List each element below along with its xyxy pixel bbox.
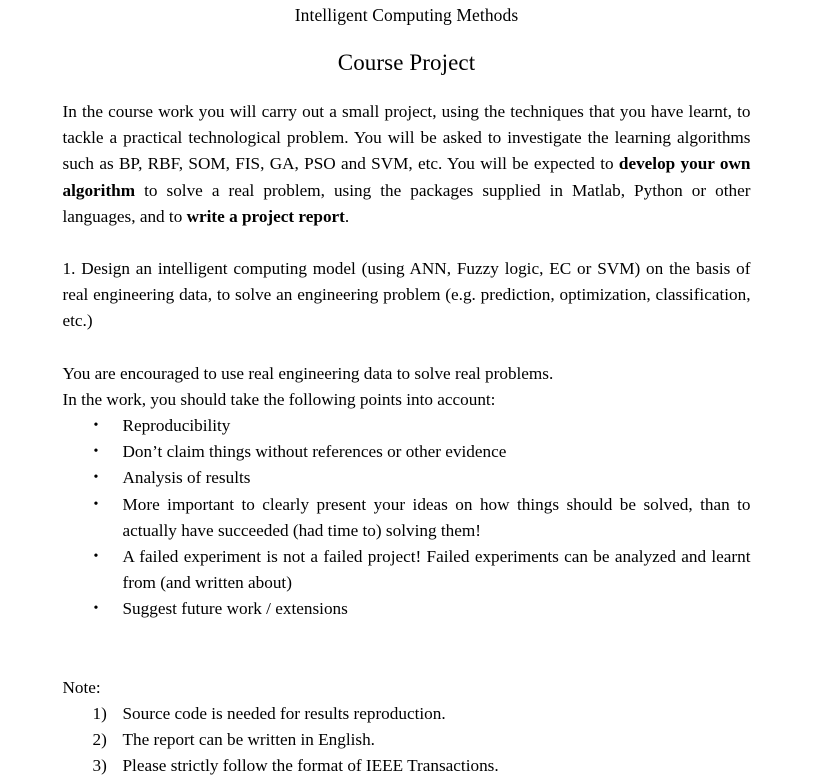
document-subtitle: Course Project: [337, 50, 476, 75]
encouragement-paragraph: You are encouraged to use real engineeri…: [62, 363, 554, 383]
list-item-label: Please strictly follow the format of IEE…: [122, 756, 499, 776]
bullet-icon: •: [93, 549, 99, 565]
spacer-before-note: [63, 623, 751, 675]
document-body: In the course work you will carry out a …: [63, 99, 751, 779]
list-item-label: Suggest future work / extensions: [122, 599, 348, 619]
points-lead-in-paragraph: In the work, you should take the followi…: [62, 389, 496, 409]
list-item-label: Source code is needed for results reprod…: [122, 703, 446, 723]
list-item: 3) Please strictly follow the format of …: [63, 753, 751, 779]
list-item-label: More important to clearly present your i…: [122, 494, 751, 540]
bullet-icon: •: [93, 470, 99, 486]
list-item: • Reproducibility: [63, 413, 751, 439]
list-item-label: Analysis of results: [122, 468, 251, 488]
spacer-before-encouragement: [63, 335, 751, 361]
list-item-label: A failed experiment is not a failed proj…: [122, 547, 751, 593]
list-item-marker: 2): [92, 730, 107, 750]
list-item-marker: 1): [92, 703, 107, 723]
task-paragraph-1: 1. Design an intelligent computing model…: [62, 259, 751, 331]
intro-bold-write-project-report: write a project report: [186, 206, 345, 226]
bullet-icon: •: [93, 601, 99, 617]
list-item-label: Don’t claim things without references or…: [122, 442, 507, 462]
bullet-icon: •: [93, 444, 99, 460]
points-bullet-list: • Reproducibility • Don’t claim things w…: [63, 413, 751, 623]
intro-text-part-2: to solve a real problem, using the packa…: [62, 180, 751, 226]
list-item-label: Reproducibility: [122, 416, 231, 436]
note-numbered-list: 1) Source code is needed for results rep…: [63, 701, 751, 779]
bullet-icon: •: [93, 418, 99, 434]
list-item-marker: 3): [92, 756, 107, 776]
list-item-label: The report can be written in English.: [122, 730, 375, 750]
list-item: • A failed experiment is not a failed pr…: [63, 544, 751, 596]
intro-paragraph: In the course work you will carry out a …: [63, 99, 751, 230]
list-item: • Analysis of results: [63, 465, 751, 491]
spacer-before-task: [63, 230, 751, 256]
list-item: • Don’t claim things without references …: [63, 439, 751, 465]
list-item: • Suggest future work / extensions: [63, 596, 751, 622]
note-label: Note:: [62, 677, 101, 697]
spacer-after-subtitle: [0, 78, 813, 99]
intro-text-part-3: .: [344, 206, 350, 226]
document-title: Intelligent Computing Methods: [294, 5, 519, 25]
list-item: 2) The report can be written in English.: [63, 727, 751, 753]
list-item: • More important to clearly present your…: [63, 492, 751, 544]
bullet-icon: •: [93, 496, 99, 512]
list-item: 1) Source code is needed for results rep…: [63, 701, 751, 727]
document-page: Intelligent Computing Methods Course Pro…: [0, 0, 813, 777]
